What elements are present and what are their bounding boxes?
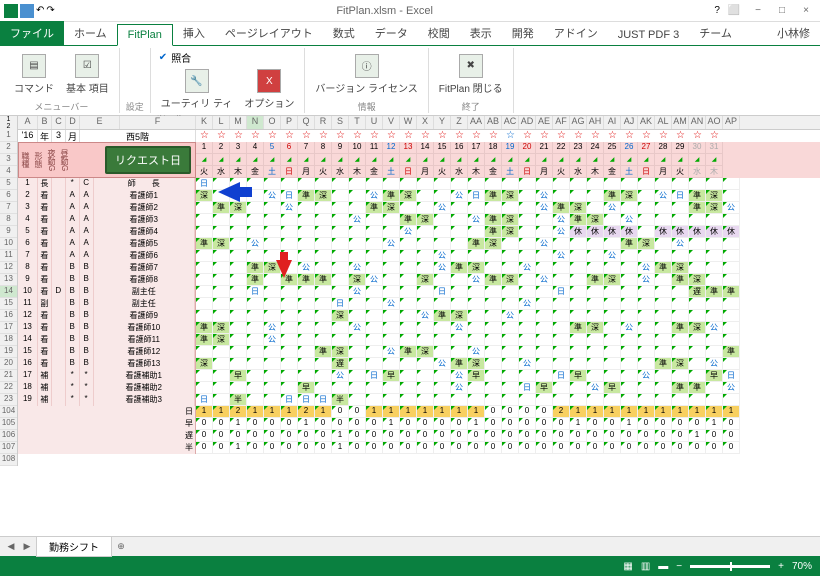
- cmd-icon: ▤: [22, 54, 46, 78]
- zoom-level[interactable]: 70%: [792, 561, 812, 572]
- staff-row[interactable]: 6看AA看護師5準深公公準深公準深公: [18, 238, 820, 250]
- summary-rows: 日11211121001111111000021111111111早001000…: [18, 406, 820, 454]
- staff-row[interactable]: 8看BB看護師7準深公公公準深公公準深: [18, 262, 820, 274]
- tab-pdf[interactable]: JUST PDF 3: [608, 25, 690, 45]
- sheet-tab-shift[interactable]: 勤務シフト: [36, 536, 112, 557]
- undo-icon[interactable]: ↶: [36, 5, 44, 16]
- view-normal-icon[interactable]: ▦: [623, 561, 632, 572]
- staff-row[interactable]: 16看BB看護師13深遅公準深公準深公: [18, 358, 820, 370]
- new-sheet-button[interactable]: ⊕: [114, 541, 128, 552]
- tab-view[interactable]: 表示: [460, 21, 502, 45]
- worksheet[interactable]: 12 ABCDEFKLMNOPQRSTUVWXYZAAABACADAEAFAGA…: [0, 116, 820, 536]
- zoom-slider[interactable]: [690, 565, 770, 568]
- red-arrow-icon: [276, 260, 292, 278]
- request-day-button[interactable]: リクエスト日: [105, 146, 191, 174]
- column-headers: ABCDEFKLMNOPQRSTUVWXYZAAABACADAEAFAGAHAI…: [18, 116, 820, 130]
- staff-row[interactable]: 12看BB看護師9深公準深公: [18, 310, 820, 322]
- tab-dev[interactable]: 開発: [502, 21, 544, 45]
- tab-fitplan[interactable]: FitPlan: [117, 24, 173, 46]
- close-button[interactable]: ×: [796, 5, 816, 16]
- utility-icon: 🔧: [185, 69, 209, 93]
- tab-nav-next[interactable]: ▶: [20, 541, 34, 552]
- qat: ↶ ↷: [4, 4, 55, 18]
- redo-icon[interactable]: ↷: [46, 5, 54, 16]
- tab-file[interactable]: ファイル: [0, 21, 64, 45]
- staff-row[interactable]: 14看BB看護師11準深公: [18, 334, 820, 346]
- tab-home[interactable]: ホーム: [64, 21, 117, 45]
- ribbon-opts-icon[interactable]: ⬜: [724, 5, 744, 16]
- staff-row[interactable]: 10看DBB副主任日公日日遅準準: [18, 286, 820, 298]
- staff-row[interactable]: 2看AA看護師1深公日準深公準深公日準深公準深公日準深: [18, 190, 820, 202]
- ribbon: ▤コマンド ☑基本 項目 メニューバー 設定 ✔照合 🔧ユーティリ ティ Xオプ…: [0, 46, 820, 116]
- marker-row: ◢◢◢◢◢◢◢◢◢◢◢◢◢◢◢◢◢◢◢◢◢◢◢◢◢◢◢◢◢◢◢: [196, 154, 820, 166]
- grid[interactable]: '16 年 3 月 西5階 ☆☆☆☆☆☆☆☆☆☆☆☆☆☆☆☆☆☆☆☆☆☆☆☆☆☆…: [18, 130, 820, 466]
- utility-button[interactable]: 🔧ユーティリ ティ: [157, 67, 237, 112]
- option-button[interactable]: Xオプション: [240, 67, 298, 112]
- close-fitplan-button[interactable]: ✖FitPlan 閉じる: [435, 52, 507, 97]
- maximize-button[interactable]: □: [772, 5, 792, 16]
- tab-team[interactable]: チーム: [689, 21, 742, 45]
- excel-icon: [4, 4, 18, 18]
- tab-review[interactable]: 校閲: [418, 21, 460, 45]
- header-block: 職種 形態 夜勤G 昼勤G リクエスト日 1234567891011121314…: [18, 142, 820, 178]
- staff-row[interactable]: 17補**看護補助1早公日早公早日早公早日: [18, 370, 820, 382]
- help-icon[interactable]: ?: [714, 5, 720, 16]
- basic-icon: ☑: [75, 54, 99, 78]
- row-headers: 1234567891011121314151617181920212223104…: [0, 130, 18, 466]
- minimize-button[interactable]: −: [748, 5, 768, 16]
- tab-layout[interactable]: ページレイアウト: [215, 21, 323, 45]
- zoom-in[interactable]: +: [778, 561, 784, 572]
- close-fitplan-icon: ✖: [459, 54, 483, 78]
- staff-row[interactable]: 5看AA看護師4公準深公休休休休休休休休休: [18, 226, 820, 238]
- date-row: 1234567891011121314151617181920212223242…: [196, 142, 820, 154]
- blue-arrow-icon: [218, 182, 240, 202]
- tab-insert[interactable]: 挿入: [173, 21, 215, 45]
- staff-row[interactable]: 19補**看護補助3日半日日日半: [18, 394, 820, 406]
- option-icon: X: [257, 69, 281, 93]
- staff-row[interactable]: 11副BB副主任日公公: [18, 298, 820, 310]
- sheet-tabs: ◀ ▶ 勤務シフト ⊕: [0, 536, 820, 556]
- shift-rows[interactable]: 1長*C師 長日2看AA看護師1深公日準深公準深公日準深公準深公日準深3看AA看…: [18, 178, 820, 406]
- tab-nav-prev[interactable]: ◀: [4, 541, 18, 552]
- split-handle[interactable]: 12: [0, 116, 18, 130]
- staff-row[interactable]: 1長*C師 長日: [18, 178, 820, 190]
- view-layout-icon[interactable]: ▥: [641, 561, 650, 572]
- version-icon: ⓘ: [355, 54, 379, 78]
- save-icon[interactable]: [20, 4, 34, 18]
- cmd-button[interactable]: ▤コマンド: [10, 52, 58, 97]
- check-match[interactable]: ✔照合: [157, 48, 193, 67]
- zoom-out[interactable]: −: [676, 561, 682, 572]
- tab-addin[interactable]: アドイン: [544, 21, 608, 45]
- window-title: FitPlan.xlsm - Excel: [336, 5, 433, 17]
- tab-data[interactable]: データ: [365, 21, 418, 45]
- staff-row[interactable]: 18補**看護補助2早公日早公早準準公: [18, 382, 820, 394]
- info-row: '16 年 3 月 西5階 ☆☆☆☆☆☆☆☆☆☆☆☆☆☆☆☆☆☆☆☆☆☆☆☆☆☆…: [18, 130, 820, 142]
- staff-row[interactable]: 9看BB看護師8準準準準深公深公準深公準深公準深: [18, 274, 820, 286]
- staff-row[interactable]: 3看AA看護師2準深公準深公公準深公準深公: [18, 202, 820, 214]
- basic-button[interactable]: ☑基本 項目: [62, 52, 113, 97]
- titlebar: ↶ ↷ FitPlan.xlsm - Excel ? ⬜ − □ ×: [0, 0, 820, 22]
- user-name[interactable]: 小林修: [767, 21, 820, 45]
- tab-formula[interactable]: 数式: [323, 21, 365, 45]
- view-break-icon[interactable]: ▬: [658, 561, 668, 572]
- weekday-row: 火水木金土日月火水木金土日月火水木金土日月火水木金土日月火水木: [196, 166, 820, 178]
- staff-row[interactable]: 13看BB看護師10準深公公公準深公準深公: [18, 322, 820, 334]
- statusbar: ▦ ▥ ▬ − + 70%: [0, 556, 820, 576]
- staff-row[interactable]: 7看AA看護師6公公公: [18, 250, 820, 262]
- staff-row[interactable]: 4看AA看護師3公準深公準深公準深公: [18, 214, 820, 226]
- staff-row[interactable]: 15看BB看護師12準深公準深公準: [18, 346, 820, 358]
- ribbon-tabs: ファイル ホーム FitPlan 挿入 ページレイアウト 数式 データ 校閲 表…: [0, 22, 820, 46]
- version-button[interactable]: ⓘバージョン ライセンス: [311, 52, 421, 97]
- group-label: メニューバー: [34, 100, 88, 113]
